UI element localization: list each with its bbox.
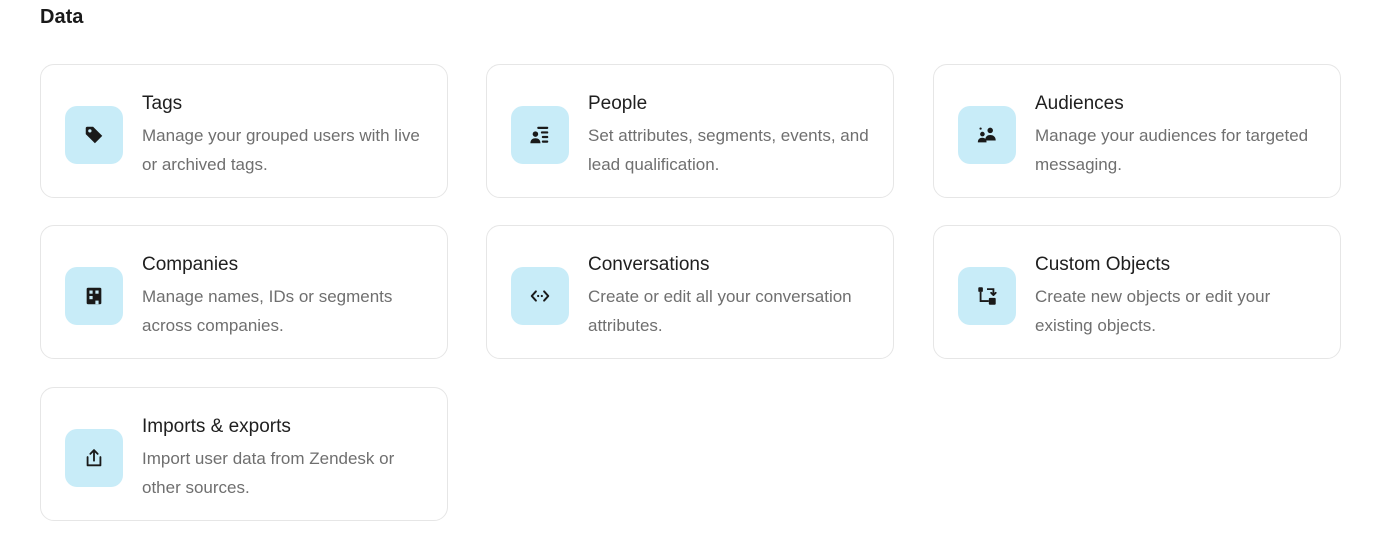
companies-card-description: Manage names, IDs or segments across com…: [142, 287, 393, 335]
page-title: Data: [40, 6, 84, 28]
custom-objects-icon: [958, 267, 1016, 325]
companies-card-title: Companies: [142, 254, 239, 275]
tags-card-title: Tags: [142, 93, 183, 114]
conversations-card[interactable]: Conversations Create or edit all your co…: [486, 225, 894, 359]
imports-exports-card-description: Import user data from Zendesk or other s…: [142, 449, 395, 497]
tags-card-description: Manage your grouped users with live or a…: [142, 126, 420, 174]
custom-objects-card-description: Create new objects or edit your existing…: [1035, 287, 1271, 335]
audiences-card-title: Audiences: [1035, 93, 1124, 114]
audiences-card-description: Manage your audiences for targeted messa…: [1035, 126, 1309, 174]
people-icon: [511, 106, 569, 164]
imports-exports-card[interactable]: Imports & exports Import user data from …: [40, 387, 448, 521]
custom-objects-card[interactable]: Custom Objects Create new objects or edi…: [933, 225, 1341, 359]
people-card-description: Set attributes, segments, events, and le…: [588, 126, 869, 174]
people-card-title: People: [588, 93, 648, 114]
audiences-icon: [958, 106, 1016, 164]
people-card[interactable]: People Set attributes, segments, events,…: [486, 64, 894, 198]
upload-icon: [65, 429, 123, 487]
companies-card[interactable]: Companies Manage names, IDs or segments …: [40, 225, 448, 359]
building-icon: [65, 267, 123, 325]
code-arrows-icon: [511, 267, 569, 325]
tags-card[interactable]: Tags Manage your grouped users with live…: [40, 64, 448, 198]
conversations-card-title: Conversations: [588, 254, 710, 275]
audiences-card[interactable]: Audiences Manage your audiences for targ…: [933, 64, 1341, 198]
custom-objects-card-title: Custom Objects: [1035, 254, 1171, 275]
tag-icon: [65, 106, 123, 164]
imports-exports-card-title: Imports & exports: [142, 416, 291, 437]
conversations-card-description: Create or edit all your conversation att…: [588, 287, 852, 335]
